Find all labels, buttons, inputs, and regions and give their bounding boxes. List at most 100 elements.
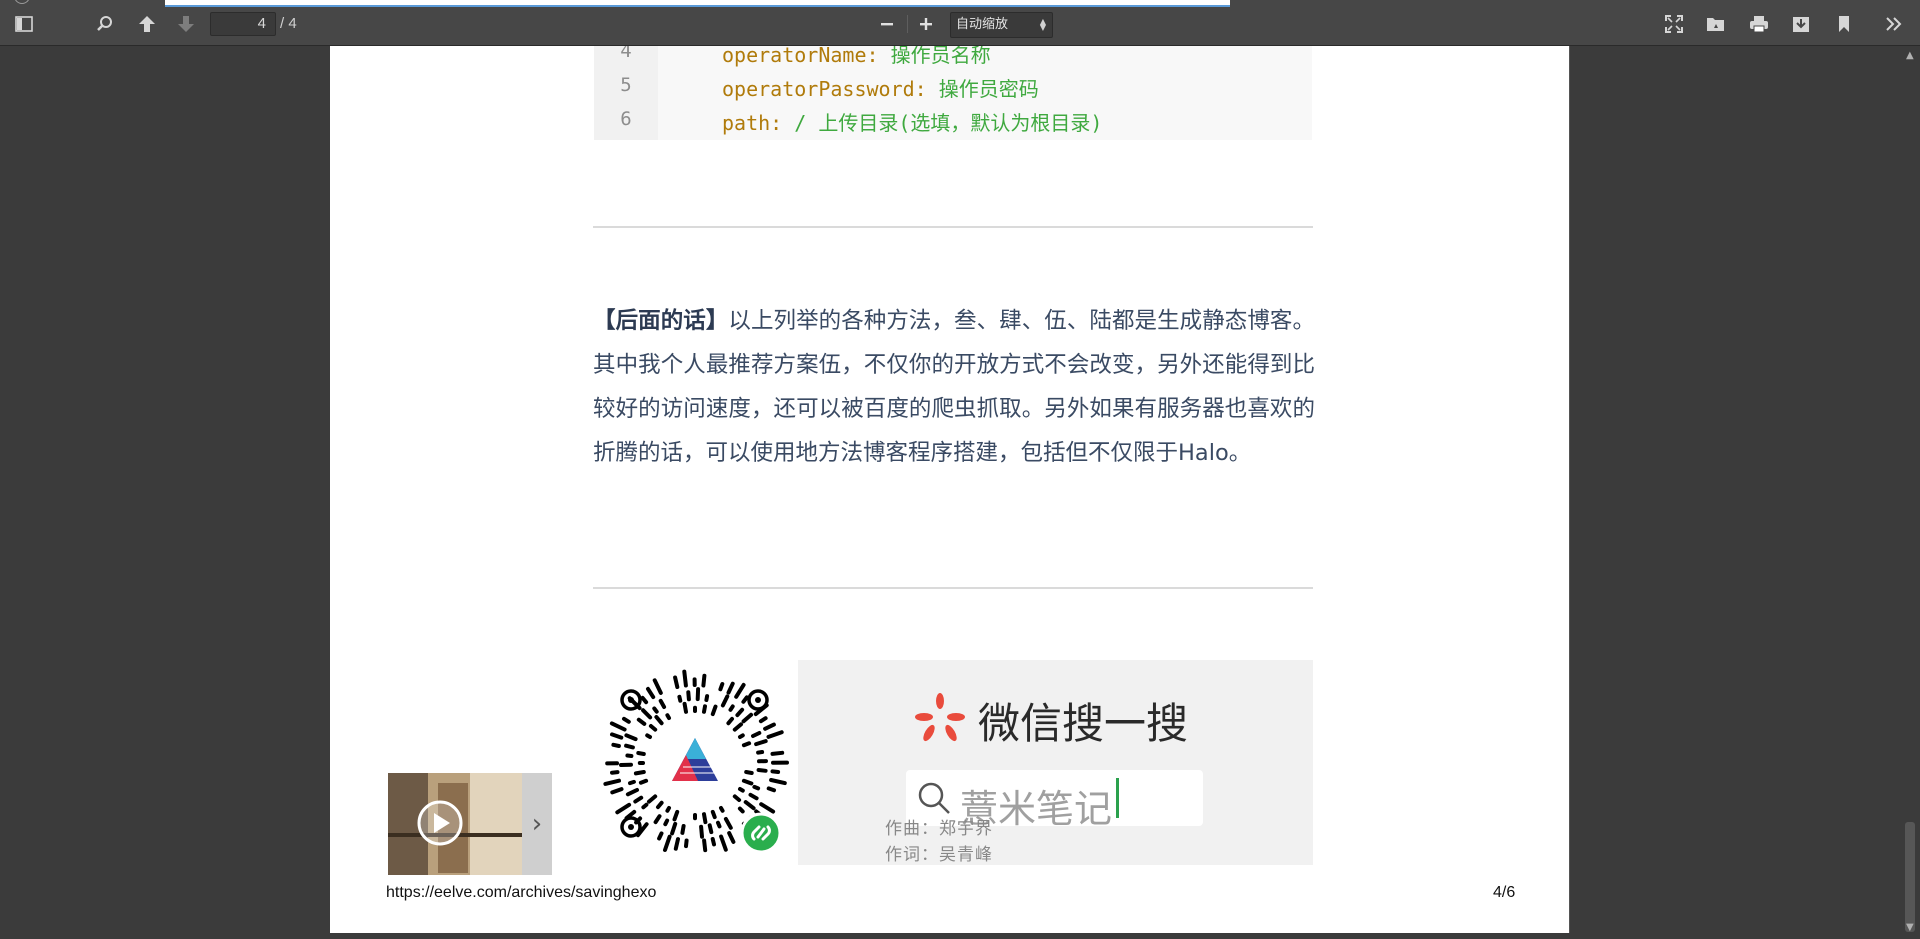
qr-tick: [641, 802, 649, 810]
line-number: 6: [620, 108, 632, 130]
qr-tick: [647, 794, 658, 804]
page-footer-url: https://eelve.com/archives/savinghexo: [386, 884, 657, 901]
qr-tick: [710, 837, 716, 847]
qr-tick: [710, 704, 718, 717]
zoom-out-button[interactable]: [873, 11, 901, 37]
qr-tick: [738, 733, 745, 739]
qr-tick: [625, 788, 639, 797]
previous-page-button[interactable]: [133, 11, 161, 37]
zoom-select[interactable]: 自动缩放 ▲ ▼: [950, 12, 1053, 38]
zoom-in-button[interactable]: [912, 11, 940, 37]
qr-tick: [741, 778, 754, 786]
vertical-scrollbar[interactable]: ▲ ▼: [1900, 46, 1920, 939]
code-key: operatorPassword:: [722, 77, 927, 101]
qr-tick: [741, 695, 749, 704]
qr-tick: [719, 806, 725, 813]
qr-tick: [752, 784, 761, 791]
qr-tick: [654, 715, 664, 726]
folder-open-icon: [1707, 18, 1724, 31]
qr-tick: [702, 838, 708, 853]
qr-tick: [726, 681, 735, 695]
code-value: / 上传目录(选填，默认为根目录): [794, 111, 1103, 135]
qr-tick: [657, 831, 664, 841]
tools-menu-button[interactable]: [1880, 11, 1908, 37]
composer-credit: 作曲：郑宇界: [885, 819, 993, 839]
page-number-input[interactable]: 4: [210, 12, 276, 36]
qr-tick: [648, 724, 658, 732]
qr-tick: [735, 707, 745, 718]
divider: [593, 226, 1313, 228]
qr-tick: [763, 722, 776, 731]
qr-tick: [770, 750, 785, 756]
code-block: 4 operatorName: 操作员名称 5 operatorPassword…: [594, 46, 1312, 140]
qr-tick: [628, 779, 636, 786]
qr-tick: [723, 817, 733, 830]
sidebar-toggle-button[interactable]: [10, 11, 38, 37]
qr-tick: [699, 824, 704, 839]
qr-tick: [770, 769, 781, 774]
qr-tick: [677, 694, 683, 703]
wechat-search-panel: 微信搜一搜 薏米笔记: [798, 660, 1313, 865]
paragraph-lead: 【后面的话】: [593, 308, 729, 334]
sidebar-icon: [15, 16, 33, 32]
arrow-down-icon: [178, 16, 194, 32]
qr-tick: [656, 800, 664, 810]
code-line: operatorPassword: 操作员密码: [722, 73, 1039, 102]
qr-tick: [611, 742, 621, 748]
qr-tick: [718, 682, 725, 692]
qr-tick: [748, 792, 759, 801]
qr-tick: [726, 716, 734, 726]
qr-tick: [758, 716, 768, 724]
qr-tick: [640, 695, 649, 705]
code-line: operatorName: 操作员名称: [722, 46, 991, 68]
search-icon: [97, 16, 112, 31]
qr-tick: [720, 694, 730, 708]
scroll-down-arrow-icon[interactable]: ▼: [1906, 922, 1914, 933]
qr-tick: [624, 743, 635, 750]
qr-tick: [646, 686, 656, 700]
qr-tick: [756, 750, 765, 755]
qr-tick: [707, 823, 714, 835]
next-page-button[interactable]: [172, 11, 200, 37]
qr-tick: [610, 732, 624, 740]
zoom-select-value: 自动缩放: [956, 17, 1009, 32]
qr-tick: [680, 824, 686, 835]
magnifier-icon: [918, 782, 950, 814]
bookmark-button[interactable]: [1830, 11, 1858, 37]
music-video-thumbnail[interactable]: [388, 773, 522, 875]
qr-tick: [684, 838, 689, 849]
qr-tick: [610, 787, 624, 795]
closing-paragraph: 【后面的话】以上列举的各种方法，叁、肆、伍、陆都是生成静态博客。其中我个人最推荐…: [593, 299, 1315, 475]
presentation-mode-button[interactable]: [1660, 11, 1688, 37]
qr-tick: [652, 706, 659, 714]
find-button[interactable]: [91, 11, 119, 37]
download-button[interactable]: [1787, 11, 1815, 37]
video-next-button[interactable]: ›: [522, 773, 552, 875]
scrollbar-thumb[interactable]: [1905, 822, 1915, 932]
video-thumbnail-image: [388, 773, 522, 875]
qr-tick: [734, 682, 746, 699]
code-value: 操作员名称: [890, 46, 991, 67]
open-file-button[interactable]: [1702, 11, 1730, 37]
scroll-up-arrow-icon[interactable]: ▲: [1906, 50, 1914, 61]
print-button[interactable]: [1745, 11, 1773, 37]
qr-tick: [728, 704, 735, 712]
pdf-toolbar: 4 / 4 自动缩放 ▲ ▼: [0, 0, 1920, 46]
qr-tick: [710, 809, 717, 820]
qr-tick: [744, 770, 754, 775]
toolbar-separator: [907, 15, 908, 33]
qr-tick: [663, 834, 672, 852]
wechat-search-logo-icon: [915, 693, 965, 742]
qr-tick: [737, 806, 745, 814]
download-icon: [1793, 17, 1809, 32]
qr-tick: [732, 794, 742, 802]
qr-tick: [670, 821, 678, 836]
mini-program-qr-code: [603, 669, 789, 854]
page-total-label: / 4: [280, 15, 297, 32]
qr-tick: [665, 713, 671, 720]
qr-tick: [682, 701, 688, 714]
qr-tick: [766, 786, 776, 793]
qr-tick: [652, 678, 663, 695]
qr-tick: [641, 708, 653, 720]
qr-tick: [636, 751, 646, 756]
